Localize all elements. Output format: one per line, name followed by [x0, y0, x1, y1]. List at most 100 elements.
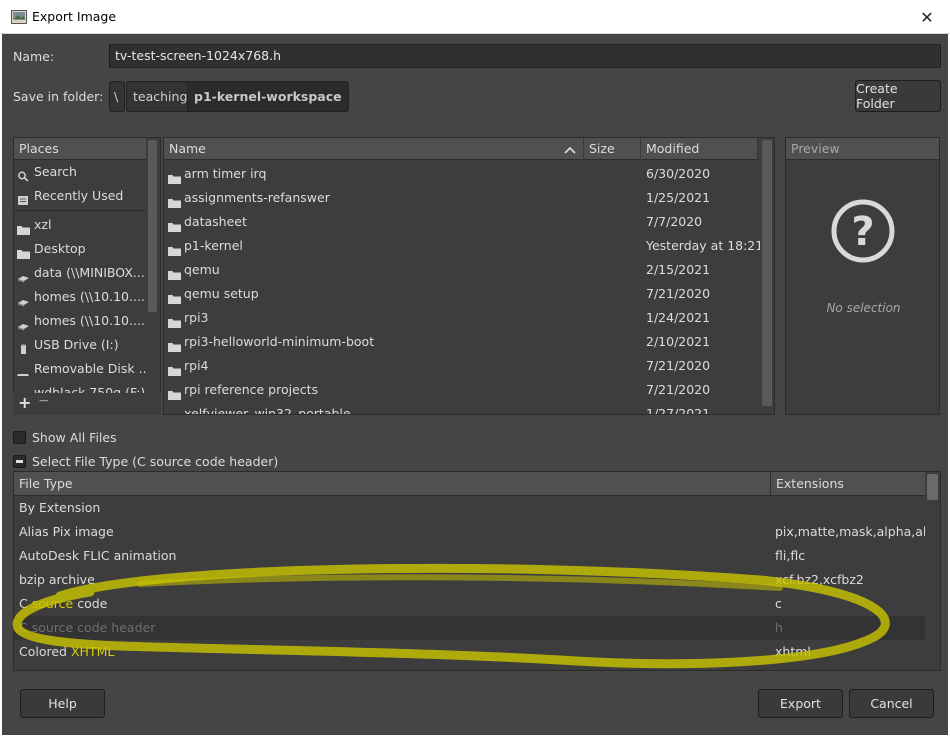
folder-icon: [168, 408, 181, 414]
file-row[interactable]: arm timer irq 6/30/2020: [164, 162, 758, 186]
file-type-row[interactable]: Colored XHTML xhtml: [14, 640, 926, 664]
question-glyph: ?: [851, 209, 874, 255]
folder-icon: [17, 219, 30, 235]
file-type-row[interactable]: By Extension: [14, 496, 926, 520]
file-type-header: File Type Extensions: [14, 472, 926, 496]
file-modified: 7/21/2020: [646, 382, 711, 397]
file-row[interactable]: p1-kernel Yesterday at 18:21: [164, 234, 763, 258]
preview-panel: Preview ? No selection: [785, 137, 940, 415]
file-modified: 7/21/2020: [646, 358, 711, 373]
file-name: rpi3: [184, 310, 209, 325]
column-name[interactable]: Name: [164, 138, 584, 160]
place-usb-drive[interactable]: USB Drive (I:): [14, 333, 146, 357]
file-row[interactable]: xelfviewer_win32_portable 1/27/2021: [164, 402, 758, 415]
sort-ascending-icon: [564, 142, 576, 164]
folder-icon: [168, 288, 181, 304]
breadcrumb-teaching[interactable]: teaching: [126, 81, 195, 112]
place-desktop[interactable]: Desktop: [14, 237, 146, 261]
file-type-row[interactable]: Alias Pix image pix,matte,mask,alpha,als: [14, 520, 933, 544]
file-row[interactable]: rpi reference projects 7/21/2020: [164, 378, 758, 402]
show-all-files-checkbox[interactable]: [13, 430, 26, 444]
select-file-type-expander[interactable]: Select File Type (C source code header): [13, 451, 278, 471]
file-name: rpi4: [184, 358, 209, 373]
file-name: rpi3-helloworld-minimum-boot: [184, 334, 375, 349]
place-network-homes-1[interactable]: homes (\\10.10....: [14, 285, 146, 309]
folder-icon: [168, 240, 181, 256]
folder-icon: [168, 216, 181, 232]
question-mark-icon: ?: [830, 198, 896, 267]
file-type-row-selected[interactable]: C source code header h: [14, 616, 926, 640]
file-type-row[interactable]: C source code c: [14, 592, 926, 616]
window-close-button[interactable]: ✕: [904, 0, 950, 34]
preview-header: Preview: [786, 138, 939, 160]
expander-collapse-icon[interactable]: [13, 454, 26, 468]
folder-icon: [168, 264, 181, 280]
folder-icon: [168, 336, 181, 352]
column-size[interactable]: Size: [584, 138, 641, 160]
places-toolbar: + −: [13, 393, 161, 415]
preview-status: No selection: [826, 301, 901, 315]
folder-icon: [168, 312, 181, 328]
add-bookmark-icon[interactable]: +: [18, 393, 31, 412]
remove-bookmark-icon[interactable]: −: [38, 393, 50, 409]
file-list-scrollbar-thumb[interactable]: [762, 140, 772, 406]
file-name: p1-kernel: [184, 238, 243, 253]
file-modified: 1/27/2021: [646, 406, 711, 415]
places-separator: [14, 210, 146, 211]
folder-icon: [168, 360, 181, 376]
network-drive-icon: [17, 267, 30, 283]
column-file-type[interactable]: File Type: [14, 472, 771, 496]
file-modified: 7/7/2020: [646, 214, 703, 229]
place-removable-disk[interactable]: Removable Disk ...: [14, 357, 146, 381]
file-list-scrollbar[interactable]: [760, 138, 774, 414]
folder-icon: [168, 168, 181, 184]
place-network-data[interactable]: data (\\MINIBOX...: [14, 261, 146, 285]
place-recently-used[interactable]: Recently Used: [14, 184, 146, 208]
file-type-scrollbar-thumb[interactable]: [927, 474, 938, 500]
folder-icon: [17, 243, 30, 259]
place-xzl[interactable]: xzl: [14, 213, 146, 237]
folder-icon: [168, 192, 181, 208]
create-folder-button[interactable]: Create Folder: [855, 80, 941, 112]
window-title: Export Image: [32, 9, 117, 24]
help-button[interactable]: Help: [20, 689, 105, 718]
places-header: Places: [14, 138, 146, 160]
usb-drive-icon: [17, 339, 30, 354]
column-extensions[interactable]: Extensions: [771, 472, 926, 496]
file-name: xelfviewer_win32_portable: [184, 406, 351, 415]
export-dialog: Name: tv-test-screen-1024x768.h Save in …: [2, 34, 948, 735]
places-scrollbar[interactable]: [148, 138, 158, 414]
file-row[interactable]: rpi4 7/21/2020: [164, 354, 758, 378]
gimp-app-icon: [11, 10, 27, 24]
name-label: Name:: [13, 49, 55, 64]
breadcrumb-current[interactable]: p1-kernel-workspace: [187, 81, 349, 112]
file-type-scrollbar[interactable]: [925, 472, 940, 670]
file-row[interactable]: rpi3-helloworld-minimum-boot 2/10/2021: [164, 330, 758, 354]
file-row[interactable]: rpi3 1/24/2021: [164, 306, 758, 330]
search-icon: [17, 166, 30, 182]
file-row[interactable]: qemu 2/15/2021: [164, 258, 758, 282]
file-row[interactable]: datasheet 7/7/2020: [164, 210, 758, 234]
places-panel: Places Search Recently Used xzl Desktop …: [13, 137, 161, 415]
filename-input[interactable]: tv-test-screen-1024x768.h: [109, 44, 941, 68]
file-row[interactable]: assignments-refanswer 1/25/2021: [164, 186, 758, 210]
show-all-files-toggle[interactable]: Show All Files: [13, 427, 117, 447]
place-search[interactable]: Search: [14, 160, 146, 184]
column-modified[interactable]: Modified: [641, 138, 758, 160]
file-modified: Yesterday at 18:21: [646, 238, 764, 253]
file-name: datasheet: [184, 214, 247, 229]
places-scrollbar-thumb[interactable]: [148, 140, 157, 312]
cancel-button[interactable]: Cancel: [849, 689, 934, 718]
network-drive-icon: [17, 315, 30, 331]
file-type-table: File Type Extensions By Extension Alias …: [13, 471, 941, 671]
breadcrumb-root[interactable]: \: [109, 81, 125, 112]
file-type-row[interactable]: bzip archive xcf.bz2,xcfbz2: [14, 568, 926, 592]
export-button[interactable]: Export: [758, 689, 843, 718]
file-type-row[interactable]: AutoDesk FLIC animation fli,flc: [14, 544, 926, 568]
window-titlebar: Export Image ✕: [0, 0, 950, 34]
save-in-folder-label: Save in folder:: [13, 89, 104, 104]
file-modified: 1/24/2021: [646, 310, 711, 325]
file-row[interactable]: qemu setup 7/21/2020: [164, 282, 758, 306]
close-icon: ✕: [920, 7, 934, 27]
place-network-homes-2[interactable]: homes (\\10.10....: [14, 309, 146, 333]
